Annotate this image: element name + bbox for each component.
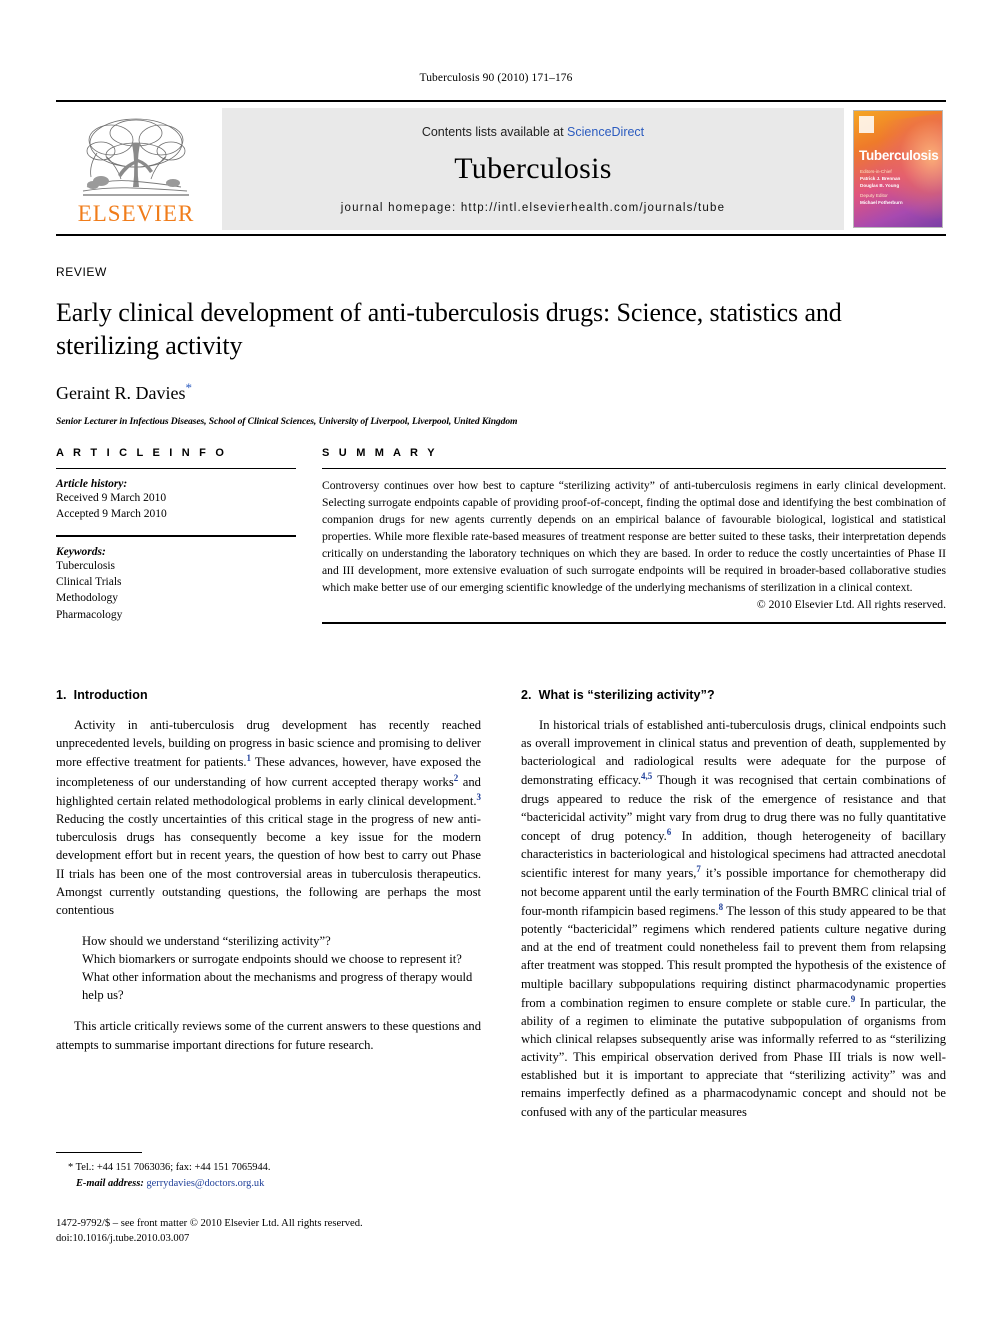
section-title: Introduction xyxy=(73,688,148,702)
paragraph: Activity in anti-tuberculosis drug devel… xyxy=(56,716,481,919)
article-info-summary-bar: A R T I C L E I N F O Article history: R… xyxy=(56,447,946,625)
article-history-label: Article history: xyxy=(56,478,128,490)
citation-ref[interactable]: 3 xyxy=(477,792,482,802)
section-number: 2. xyxy=(521,688,532,702)
article-type-kicker: REVIEW xyxy=(56,265,107,279)
article-info-column: A R T I C L E I N F O Article history: R… xyxy=(56,447,322,624)
cover-deputy-label: Deputy Editor xyxy=(860,192,888,198)
footnote-contact-text: Tel.: +44 151 7063036; fax: +44 151 7065… xyxy=(75,1162,271,1173)
section-heading-sterilizing-activity: 2. What is “sterilizing activity”? xyxy=(521,688,946,702)
paragraph-text: In particular, the ability of a regimen … xyxy=(521,995,946,1119)
masthead-bottom-rule xyxy=(56,234,946,236)
cover-editor-2: Douglas B. Young xyxy=(860,182,900,188)
article-info-divider xyxy=(56,468,296,469)
contents-prefix: Contents lists available at xyxy=(421,124,568,139)
contents-available-line: Contents lists available at ScienceDirec… xyxy=(422,125,644,139)
citation-ref[interactable]: 4,5 xyxy=(641,771,652,781)
section-title: What is “sterilizing activity”? xyxy=(538,688,715,702)
imprint-block: 1472-9792/$ – see front matter © 2010 El… xyxy=(56,1216,576,1247)
keywords-divider xyxy=(56,534,296,537)
article-body: 1. Introduction Activity in anti-tubercul… xyxy=(56,688,946,1134)
cover-deputy-editor: Michael Fotherburn xyxy=(860,199,903,205)
imprint-doi: doi:10.1016/j.tube.2010.03.007 xyxy=(56,1233,190,1245)
title-block: REVIEW Early clinical development of ant… xyxy=(56,265,946,427)
journal-homepage-link[interactable]: journal homepage: http://intl.elsevierhe… xyxy=(341,202,725,214)
footnote-marker: * xyxy=(68,1162,74,1173)
keyword-item: Clinical Trials xyxy=(56,575,122,588)
sciencedirect-link[interactable]: ScienceDirect xyxy=(567,125,644,139)
email-label: E-mail address: xyxy=(76,1177,144,1189)
keyword-item: Methodology xyxy=(56,592,118,605)
elsevier-logo: ELSEVIER xyxy=(56,108,216,230)
keyword-item: Pharmacology xyxy=(56,608,123,621)
journal-masthead: ELSEVIER Contents lists available at Sci… xyxy=(56,100,946,236)
journal-title: Tuberculosis xyxy=(454,151,612,185)
elsevier-wordmark: ELSEVIER xyxy=(77,201,195,226)
article-received-date: Received 9 March 2010 xyxy=(56,492,167,504)
author-affiliation: Senior Lecturer in Infectious Diseases, … xyxy=(56,416,518,428)
corresponding-author-marker: * xyxy=(185,380,192,396)
paragraph-text: The lesson of this study appeared to be … xyxy=(521,904,946,1010)
page-title: Early clinical development of anti-tuber… xyxy=(56,298,842,361)
author-name: Geraint R. Davies xyxy=(56,383,186,404)
cover-image: Tuberculosis Editors-in-Chief Patrick J.… xyxy=(853,110,943,228)
email-link[interactable]: gerrydavies@doctors.org.uk xyxy=(146,1178,264,1189)
cover-editors: Editors-in-Chief Patrick J. Brennan Doug… xyxy=(860,169,936,206)
question-list: How should we understand “sterilizing ac… xyxy=(56,932,481,1005)
cover-editor-1: Patrick J. Brennan xyxy=(860,175,901,181)
footnote-block: * Tel.: +44 151 7063036; fax: +44 151 70… xyxy=(56,1152,481,1191)
paragraph-text: Reducing the costly uncertainties of thi… xyxy=(56,812,481,917)
list-item: Which biomarkers or surrogate endpoints … xyxy=(82,952,462,967)
footnote-rule xyxy=(56,1152,142,1153)
paragraph: In historical trials of established anti… xyxy=(521,716,946,1121)
imprint-front-matter: 1472-9792/$ – see front matter © 2010 El… xyxy=(56,1218,363,1229)
summary-text: Controversy continues over how best to c… xyxy=(322,479,946,594)
body-column-right: 2. What is “sterilizing activity”? In his… xyxy=(521,688,946,1134)
summary-copyright: © 2010 Elsevier Ltd. All rights reserved… xyxy=(756,598,946,612)
list-item: What other information about the mechani… xyxy=(82,970,473,1003)
footnote-contact: * Tel.: +44 151 7063036; fax: +44 151 70… xyxy=(56,1160,481,1176)
list-item: How should we understand “sterilizing ac… xyxy=(82,933,331,948)
summary-divider xyxy=(322,468,946,469)
section-heading-introduction: 1. Introduction xyxy=(56,688,481,702)
article-info-label: A R T I C L E I N F O xyxy=(56,447,228,459)
elsevier-tree-icon xyxy=(82,118,189,196)
journal-cover-thumbnail: Tuberculosis Editors-in-Chief Patrick J.… xyxy=(850,108,946,230)
summary-label: S U M M A R Y xyxy=(322,447,438,459)
summary-column: S U M M A R Y Controversy continues over… xyxy=(322,447,946,625)
summary-bottom-rule xyxy=(322,622,946,625)
footnote-email: E-mail address: gerrydavies@doctors.org.… xyxy=(56,1176,481,1192)
cover-title: Tuberculosis xyxy=(859,148,939,163)
masthead-top-rule xyxy=(56,100,946,102)
keyword-item: Tuberculosis xyxy=(56,559,115,572)
section-number: 1. xyxy=(56,688,67,702)
article-accepted-date: Accepted 9 March 2010 xyxy=(56,508,167,521)
author-list: Geraint R. Davies* xyxy=(56,380,946,404)
paragraph: This article critically reviews some of … xyxy=(56,1019,481,1052)
keywords-label: Keywords: xyxy=(56,545,106,558)
cover-elsevier-mark-icon xyxy=(859,116,874,133)
cover-editors-label: Editors-in-Chief xyxy=(860,169,892,174)
running-head: Tuberculosis 90 (2010) 171–176 xyxy=(419,72,573,84)
body-column-left: 1. Introduction Activity in anti-tubercul… xyxy=(56,688,481,1134)
masthead-center: Contents lists available at ScienceDirec… xyxy=(222,108,844,230)
article-page: Tuberculosis 90 (2010) 171–176 ELSEVIER … xyxy=(0,0,992,1323)
